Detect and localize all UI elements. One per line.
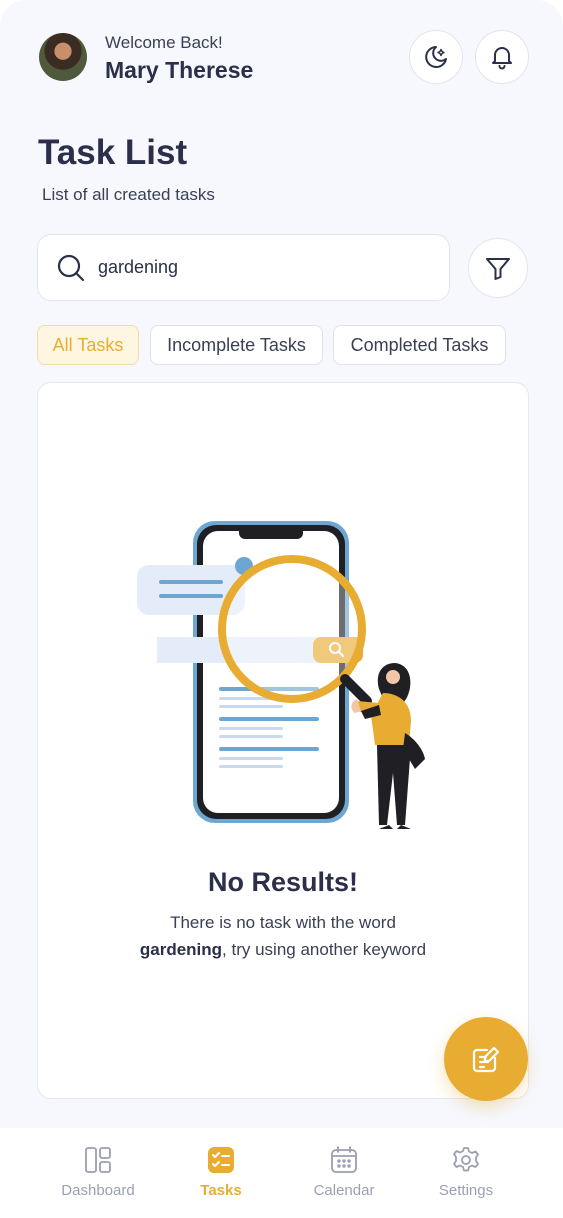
tasks-icon <box>208 1147 234 1173</box>
gear-icon <box>453 1147 479 1172</box>
avatar[interactable] <box>39 33 87 81</box>
no-results-message-line2: gardening, try using another keyword <box>38 940 528 960</box>
dashboard-icon <box>85 1147 111 1173</box>
nav-label-calendar: Calendar <box>313 1182 375 1199</box>
page-subtitle: List of all created tasks <box>42 185 215 204</box>
bell-icon <box>492 47 512 70</box>
add-task-button[interactable] <box>444 1017 528 1101</box>
nav-item-calendar[interactable]: Calendar <box>284 1146 404 1199</box>
moon-stars-icon <box>425 46 447 68</box>
nav-label-dashboard: Dashboard <box>61 1182 135 1199</box>
filter-icon <box>486 258 510 280</box>
nav-item-dashboard[interactable]: Dashboard <box>38 1146 158 1199</box>
nav-label-tasks: Tasks <box>200 1182 242 1199</box>
bottom-navigation: Dashboard Tasks Calendar Settings <box>0 1128 563 1218</box>
edit-note-icon <box>472 1046 500 1073</box>
filter-button[interactable] <box>468 238 528 298</box>
search-input[interactable]: gardening <box>37 234 450 301</box>
nav-label-settings: Settings <box>438 1182 494 1199</box>
no-results-keyword: gardening <box>139 940 223 959</box>
no-results-message-rest: , try using another keyword <box>222 940 427 959</box>
no-results-illustration <box>137 521 425 829</box>
user-name: Mary Therese <box>105 57 254 83</box>
no-results-message-line1: There is no task with the word <box>170 913 396 932</box>
app-screen: Welcome Back! Mary Therese Task List Lis… <box>0 0 563 1128</box>
results-card: No Results! There is no task with the wo… <box>37 382 529 1099</box>
no-results-heading: No Results! <box>207 867 359 897</box>
tab-completed-tasks[interactable]: Completed Tasks <box>333 325 506 365</box>
page-title: Task List <box>38 133 188 172</box>
tab-all-tasks[interactable]: All Tasks <box>37 325 139 365</box>
search-icon <box>56 253 86 283</box>
nav-item-settings[interactable]: Settings <box>406 1146 526 1199</box>
notifications-button[interactable] <box>475 30 529 84</box>
tab-incomplete-tasks[interactable]: Incomplete Tasks <box>150 325 323 365</box>
nav-item-tasks[interactable]: Tasks <box>161 1146 281 1199</box>
calendar-icon <box>331 1146 357 1173</box>
greeting-text: Welcome Back! <box>105 33 223 52</box>
search-value[interactable]: gardening <box>98 257 178 278</box>
theme-toggle-button[interactable] <box>409 30 463 84</box>
